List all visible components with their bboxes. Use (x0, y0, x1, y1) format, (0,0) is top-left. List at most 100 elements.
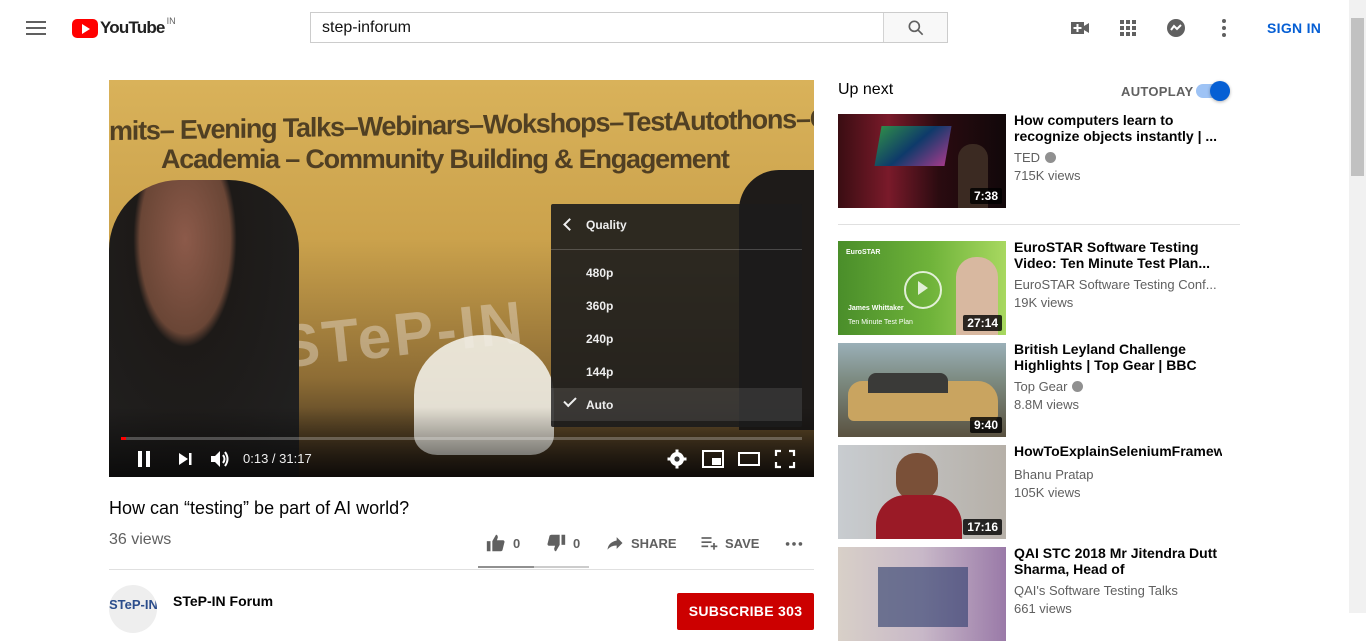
page-scrollbar[interactable] (1349, 0, 1366, 613)
share-button[interactable]: SHARE (605, 532, 677, 554)
quality-option-selected[interactable]: Auto (551, 388, 802, 421)
video-views: 105K views (1014, 485, 1081, 500)
save-button[interactable]: SAVE (699, 532, 759, 554)
more-horizontal-icon (785, 542, 803, 546)
section-divider (109, 569, 814, 570)
verified-badge-icon (1072, 381, 1084, 392)
channel-avatar-text: STeP-IN (109, 597, 157, 612)
progress-bar[interactable] (121, 437, 802, 440)
messages-icon[interactable] (1164, 16, 1188, 40)
search-icon (908, 20, 924, 36)
progress-fill (121, 437, 126, 440)
like-ratio-bar (478, 566, 589, 568)
video-player[interactable]: mits– Evening Talks–Webinars–Wokshops–Te… (109, 80, 814, 477)
video-duration: 9:40 (969, 417, 1002, 433)
settings-more-icon[interactable] (1212, 16, 1236, 40)
create-video-icon[interactable] (1068, 16, 1092, 40)
dislike-count: 0 (573, 535, 581, 551)
up-next-video[interactable]: 9:40 British Leyland Challenge Highlight… (838, 341, 1240, 437)
thumb-person: James Whittaker (848, 305, 904, 312)
quality-menu: Quality 480p 360p 240p 144p Auto (551, 204, 802, 427)
fullscreen-icon[interactable] (770, 446, 800, 472)
video-thumbnail[interactable]: 7:38 (838, 114, 1006, 208)
toggle-knob (1210, 81, 1230, 101)
up-next-video[interactable]: 17:16 HowToExplainSeleniumFramewo Bhanu … (838, 443, 1240, 539)
scrollbar-thumb[interactable] (1351, 18, 1364, 176)
autoplay-label: AUTOPLAY (1121, 84, 1194, 99)
video-duration: 17:16 (963, 519, 1002, 535)
quality-menu-header[interactable]: Quality (551, 204, 802, 250)
next-icon[interactable] (170, 446, 200, 472)
channel-avatar[interactable]: STeP-IN (109, 585, 157, 633)
share-icon (607, 537, 623, 550)
country-code: IN (166, 16, 176, 26)
quality-option[interactable]: 144p (551, 355, 802, 388)
up-next-video[interactable]: EuroSTAR James Whittaker Ten Minute Test… (838, 239, 1240, 335)
theater-mode-icon[interactable] (734, 446, 764, 472)
time-display: 0:13 / 31:17 (243, 451, 312, 466)
sign-in-button[interactable]: SIGN IN (1267, 20, 1321, 36)
video-thumbnail[interactable]: 17:16 (838, 445, 1006, 539)
like-button[interactable]: 0 (485, 532, 520, 554)
search-box: step-inforum (310, 12, 948, 43)
masthead: YouTube IN step-inforum SIGN IN (0, 0, 1349, 56)
view-count: 36 views (109, 531, 172, 548)
dislike-button[interactable]: 0 (545, 532, 580, 554)
video-views: 19K views (1014, 295, 1074, 310)
video-channel[interactable]: EuroSTAR Software Testing Conf... (1014, 277, 1220, 292)
quality-option[interactable]: 480p (551, 256, 802, 289)
video-channel[interactable]: Bhanu Pratap (1014, 467, 1220, 482)
like-count: 0 (513, 535, 521, 551)
video-thumbnail[interactable]: 9:40 (838, 343, 1006, 437)
playlist-add-icon (701, 537, 718, 550)
video-views: 715K views (1014, 168, 1081, 183)
settings-gear-icon[interactable] (662, 446, 692, 472)
quality-option[interactable]: 360p (551, 289, 802, 322)
video-views: 661 views (1014, 601, 1072, 616)
video-views: 8.8M views (1014, 397, 1080, 412)
autoplay-toggle[interactable] (1196, 81, 1230, 101)
up-next-video[interactable]: 7:38 How computers learn to recognize ob… (838, 112, 1240, 208)
thumb-brand: EuroSTAR (846, 249, 881, 256)
like-ratio-fill (478, 566, 534, 568)
video-channel[interactable]: Top Gear (1014, 379, 1220, 394)
share-label: SHARE (631, 535, 677, 551)
video-title[interactable]: EuroSTAR Software Testing Video: Ten Min… (1014, 239, 1222, 271)
youtube-logo[interactable]: YouTube IN (72, 16, 176, 39)
quality-menu-title: Quality (586, 218, 627, 232)
verified-badge-icon (1045, 152, 1056, 163)
apps-grid-icon[interactable] (1116, 16, 1140, 40)
video-title[interactable]: QAI STC 2018 Mr Jitendra Dutt Sharma, He… (1014, 545, 1222, 578)
checkmark-icon (563, 393, 577, 408)
video-channel[interactable]: QAI's Software Testing Talks (1014, 583, 1220, 598)
more-actions-button[interactable] (783, 532, 805, 554)
sidebar-separator (838, 224, 1240, 225)
thumb-caption: Ten Minute Test Plan (848, 319, 913, 326)
logo-text: YouTube (100, 18, 165, 37)
volume-icon[interactable] (205, 446, 235, 472)
search-input[interactable]: step-inforum (311, 13, 886, 42)
video-title: How can “testing” be part of AI world? (109, 498, 410, 518)
miniplayer-icon[interactable] (698, 446, 728, 472)
video-thumbnail[interactable]: EuroSTAR James Whittaker Ten Minute Test… (838, 241, 1006, 335)
quality-option[interactable]: 240p (551, 322, 802, 355)
thumbs-down-icon (547, 534, 566, 552)
up-next-video[interactable]: QAI STC 2018 Mr Jitendra Dutt Sharma, He… (838, 545, 1240, 641)
video-banner-line2: Academia – Community Building & Engageme… (161, 144, 730, 174)
video-duration: 27:14 (963, 315, 1002, 331)
video-title[interactable]: How computers learn to recognize objects… (1014, 112, 1222, 144)
up-next-heading: Up next (838, 81, 894, 98)
back-chevron-icon (563, 218, 576, 231)
search-button[interactable] (883, 13, 947, 42)
subscribe-button[interactable]: SUBSCRIBE 303 (677, 593, 814, 630)
hamburger-menu-icon[interactable] (24, 18, 48, 38)
video-channel[interactable]: TED (1014, 150, 1220, 165)
video-title[interactable]: HowToExplainSeleniumFramewo (1014, 443, 1222, 459)
pause-icon[interactable] (129, 446, 159, 472)
save-label: SAVE (725, 535, 760, 551)
thumbs-up-icon (486, 534, 505, 552)
video-title[interactable]: British Leyland Challenge Highlights | T… (1014, 341, 1222, 373)
channel-name[interactable]: STeP-IN Forum (173, 593, 273, 609)
video-thumbnail[interactable] (838, 547, 1006, 641)
youtube-play-icon (72, 18, 98, 38)
